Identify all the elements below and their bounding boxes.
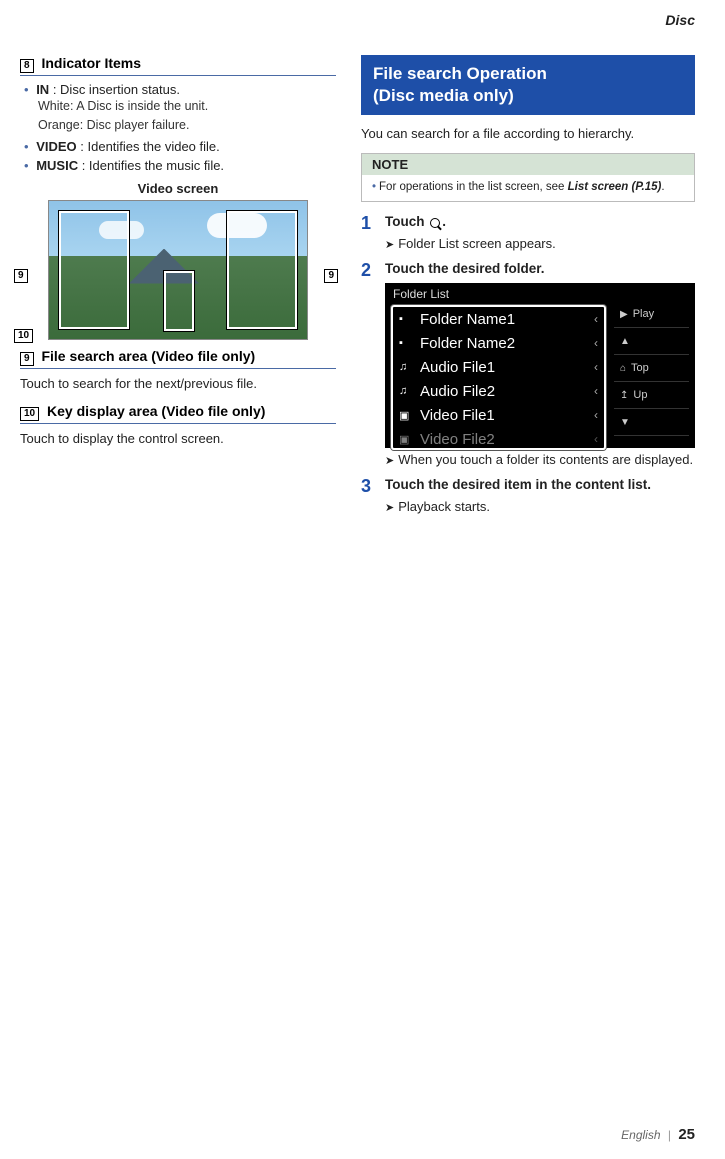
step-1: 1 Touch .: [361, 214, 695, 232]
section-8-title: Indicator Items: [41, 55, 141, 71]
step-3-number: 3: [361, 477, 377, 495]
section-10-number: 10: [20, 407, 39, 421]
section-10-heading: 10 Key display area (Video file only): [20, 403, 336, 424]
top-button[interactable]: ⌂Top: [614, 355, 689, 382]
folder-icon: ▪: [399, 337, 414, 349]
section-9-body: Touch to search for the next/previous fi…: [20, 375, 336, 393]
video-icon: ▣: [399, 409, 414, 422]
chevron-icon: ‹: [594, 360, 598, 374]
chevron-icon: ‹: [594, 408, 598, 422]
video-screenshot: 9 9 10: [20, 200, 336, 340]
footer-language: English: [621, 1128, 660, 1142]
note-heading: NOTE: [362, 154, 694, 175]
right-column: File search Operation (Disc media only) …: [361, 20, 695, 518]
step-2-text: Touch the desired folder.: [385, 261, 695, 279]
audio-icon: ♫: [399, 361, 414, 373]
video-overlay-left: [59, 211, 129, 329]
step-3: 3 Touch the desired item in the content …: [361, 477, 695, 495]
in-sub-white: White: A Disc is inside the unit.: [38, 97, 336, 116]
folder-list-screenshot: Folder List ▪Folder Name1‹ ▪Folder Name2…: [385, 283, 695, 448]
list-item[interactable]: ▪Folder Name1‹: [393, 307, 604, 331]
up-arrow-button[interactable]: ▲: [614, 328, 689, 355]
page-footer: English | 25: [621, 1126, 695, 1143]
section-8-heading: 8 Indicator Items: [20, 55, 336, 76]
fs-intro: You can search for a file according to h…: [361, 125, 695, 143]
section-9-title: File search area (Video file only): [41, 348, 255, 364]
video-desc: : Identifies the video file.: [80, 139, 219, 154]
section-9-number: 9: [20, 352, 34, 366]
video-overlay-center: [164, 271, 194, 331]
section-9-heading: 9 File search area (Video file only): [20, 348, 336, 369]
chevron-icon: ‹: [594, 432, 598, 446]
video-term: VIDEO: [36, 139, 76, 154]
footer-page-number: 25: [678, 1126, 695, 1143]
step-1-result: ➤Folder List screen appears.: [385, 236, 695, 251]
note-ref: List screen (P.15): [568, 181, 662, 193]
note-box: NOTE •For operations in the list screen,…: [361, 153, 695, 202]
step-2: 2 Touch the desired folder.: [361, 261, 695, 279]
section-10-title: Key display area (Video file only): [47, 403, 265, 419]
music-term: MUSIC: [36, 158, 78, 173]
play-icon: ▶: [620, 309, 628, 320]
step-3-text: Touch the desired item in the content li…: [385, 477, 695, 495]
fs-heading-line1: File search Operation: [373, 63, 683, 85]
list-item[interactable]: ▪Folder Name2‹: [393, 331, 604, 355]
left-column: 8 Indicator Items • IN : Disc insertion …: [20, 20, 336, 518]
section-8-number: 8: [20, 59, 34, 73]
chevron-icon: ‹: [594, 384, 598, 398]
file-search-heading: File search Operation (Disc media only): [361, 55, 695, 115]
callout-10: 10: [14, 328, 37, 344]
video-thumbnail: [48, 200, 308, 340]
music-desc: : Identifies the music file.: [82, 158, 224, 173]
list-item[interactable]: ♫Audio File1‹: [393, 355, 604, 379]
indicator-item-music: • MUSIC : Identifies the music file.: [24, 158, 336, 173]
step-3-result: ➤Playback starts.: [385, 499, 695, 514]
list-item[interactable]: ▣Video File1‹: [393, 403, 604, 427]
indicator-item-video: • VIDEO : Identifies the video file.: [24, 139, 336, 154]
search-icon: [430, 218, 440, 228]
in-sub-orange: Orange: Disc player failure.: [38, 116, 336, 135]
audio-icon: ♫: [399, 385, 414, 397]
chevron-icon: ‹: [594, 312, 598, 326]
in-desc: : Disc insertion status.: [53, 82, 180, 97]
video-screen-title: Video screen: [20, 181, 336, 196]
section-header: Disc: [665, 12, 695, 28]
folder-list-title: Folder List: [393, 287, 449, 301]
callout-9-left: 9: [14, 268, 32, 284]
side-buttons: ▶Play ▲ ⌂Top ↥Up ▼: [614, 301, 689, 444]
step-2-number: 2: [361, 261, 377, 279]
up-arrow-icon: ▲: [620, 336, 630, 347]
chevron-icon: ‹: [594, 336, 598, 350]
up-button[interactable]: ↥Up: [614, 382, 689, 409]
indicator-item-in: • IN : Disc insertion status. White: A D…: [24, 82, 336, 135]
step-2-result: ➤When you touch a folder its contents ar…: [385, 452, 695, 467]
list-item[interactable]: ▣Video File2‹: [393, 427, 604, 451]
top-icon: ⌂: [620, 363, 626, 374]
video-icon: ▣: [399, 433, 414, 446]
folder-icon: ▪: [399, 313, 414, 325]
down-arrow-icon: ▼: [620, 417, 630, 428]
list-item[interactable]: ♫Audio File2‹: [393, 379, 604, 403]
fs-heading-line2: (Disc media only): [373, 85, 683, 107]
step-1-text: Touch .: [385, 214, 695, 232]
section-10-body: Touch to display the control screen.: [20, 430, 336, 448]
step-1-number: 1: [361, 214, 377, 232]
down-arrow-button[interactable]: ▼: [614, 409, 689, 436]
note-body: •For operations in the list screen, see …: [362, 175, 694, 201]
play-button[interactable]: ▶Play: [614, 301, 689, 328]
up-icon: ↥: [620, 390, 628, 401]
in-term: IN: [36, 82, 49, 97]
folder-list-frame: ▪Folder Name1‹ ▪Folder Name2‹ ♫Audio Fil…: [391, 305, 606, 450]
callout-9-right: 9: [324, 268, 342, 284]
video-overlay-right: [227, 211, 297, 329]
